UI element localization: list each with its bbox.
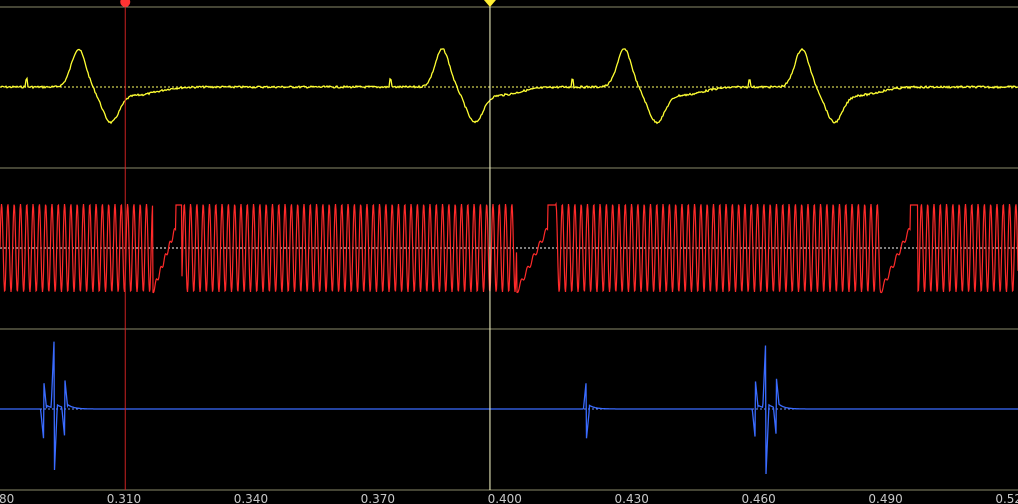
time-tick-label: 0.310	[107, 492, 141, 504]
time-tick-label: 0.430	[615, 492, 649, 504]
time-tick-label: 0.340	[234, 492, 268, 504]
time-tick-label: 0.370	[361, 492, 395, 504]
time-tick-label: 0.490	[868, 492, 902, 504]
time-tick-label: 0.280	[0, 492, 14, 504]
time-tick-label: 0.520	[995, 492, 1018, 504]
time-tick-label: 0.400	[488, 492, 522, 504]
oscilloscope-display[interactable]: 0.280 0.310 0.340 0.370 0.400 0.430 0.460 0.490…	[0, 0, 1018, 504]
time-tick-label: 0.460	[741, 492, 775, 504]
